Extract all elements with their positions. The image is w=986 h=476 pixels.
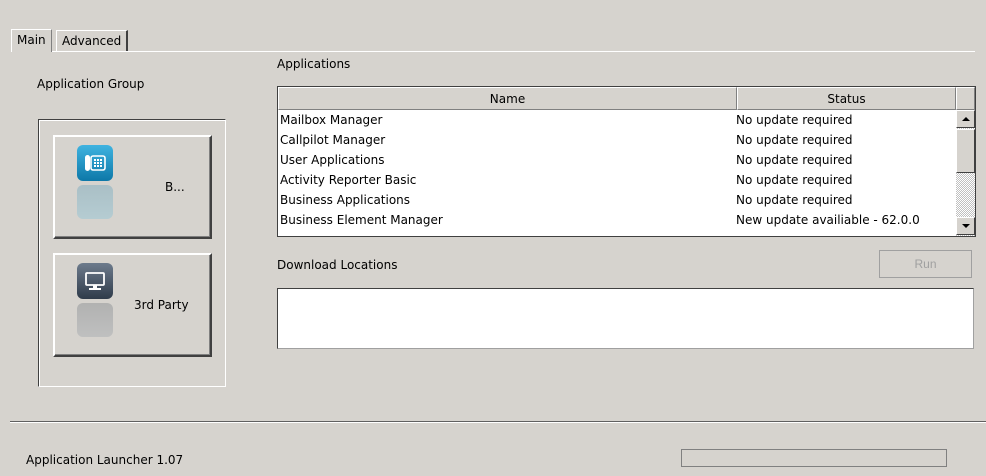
app-group-button-business[interactable]: B...: [53, 135, 212, 239]
app-status: New update availiable - 62.0.0: [736, 213, 920, 227]
applications-rows: Mailbox Manager No update required Callp…: [278, 110, 956, 230]
table-scrollbar[interactable]: [956, 110, 975, 236]
column-header-name[interactable]: Name: [278, 87, 737, 110]
app-status: No update required: [736, 193, 853, 207]
app-name: Callpilot Manager: [280, 133, 386, 147]
download-locations-label: Download Locations: [277, 258, 398, 272]
run-button[interactable]: Run: [879, 250, 972, 278]
progress-bar: [681, 449, 947, 467]
app-group-button-label: B...: [165, 180, 185, 194]
computer-icon-reflection: [77, 303, 113, 337]
phone-icon-reflection: [77, 185, 113, 219]
app-status: No update required: [736, 113, 853, 127]
applications-label: Applications: [277, 57, 351, 71]
table-row[interactable]: Business Element Manager New update avai…: [278, 210, 956, 230]
application-group-label: Application Group: [37, 77, 145, 91]
table-row[interactable]: Mailbox Manager No update required: [278, 110, 956, 130]
table-row[interactable]: Business Applications No update required: [278, 190, 956, 210]
app-group-button-3rd-party[interactable]: 3rd Party: [53, 253, 212, 357]
application-group-box: B... 3rd Party: [38, 119, 226, 387]
app-name: Business Element Manager: [280, 213, 443, 227]
computer-icon-wrap: [77, 263, 117, 349]
computer-icon: [77, 263, 113, 299]
scroll-thumb[interactable]: [956, 129, 975, 173]
app-name: Mailbox Manager: [280, 113, 383, 127]
app-status: No update required: [736, 133, 853, 147]
app-status: No update required: [736, 173, 853, 187]
column-header-status[interactable]: Status: [737, 87, 956, 110]
arrow-up-icon: [961, 117, 970, 121]
app-group-button-label: 3rd Party: [134, 298, 189, 312]
app-name: Business Applications: [280, 193, 411, 207]
tab-main[interactable]: Main: [11, 29, 52, 52]
app-name: User Applications: [280, 153, 385, 167]
table-row[interactable]: Callpilot Manager No update required: [278, 130, 956, 150]
status-separator: [10, 421, 986, 423]
app-name: Activity Reporter Basic: [280, 173, 417, 187]
table-row[interactable]: User Applications No update required: [278, 150, 956, 170]
column-header-filler: [956, 87, 975, 110]
app-status: No update required: [736, 153, 853, 167]
table-row[interactable]: Activity Reporter Basic No update requir…: [278, 170, 956, 190]
status-text: Application Launcher 1.07: [26, 453, 184, 467]
scroll-down-button[interactable]: [956, 217, 975, 235]
phone-icon: [77, 145, 113, 181]
phone-icon-wrap: [77, 145, 117, 231]
applications-table[interactable]: Name Status Mailbox Manager No update re…: [277, 86, 976, 237]
download-locations-list[interactable]: [277, 288, 974, 349]
tab-advanced[interactable]: Advanced: [56, 30, 129, 51]
scroll-up-button[interactable]: [956, 110, 975, 128]
arrow-down-icon: [961, 224, 970, 228]
tab-divider: [11, 51, 975, 52]
